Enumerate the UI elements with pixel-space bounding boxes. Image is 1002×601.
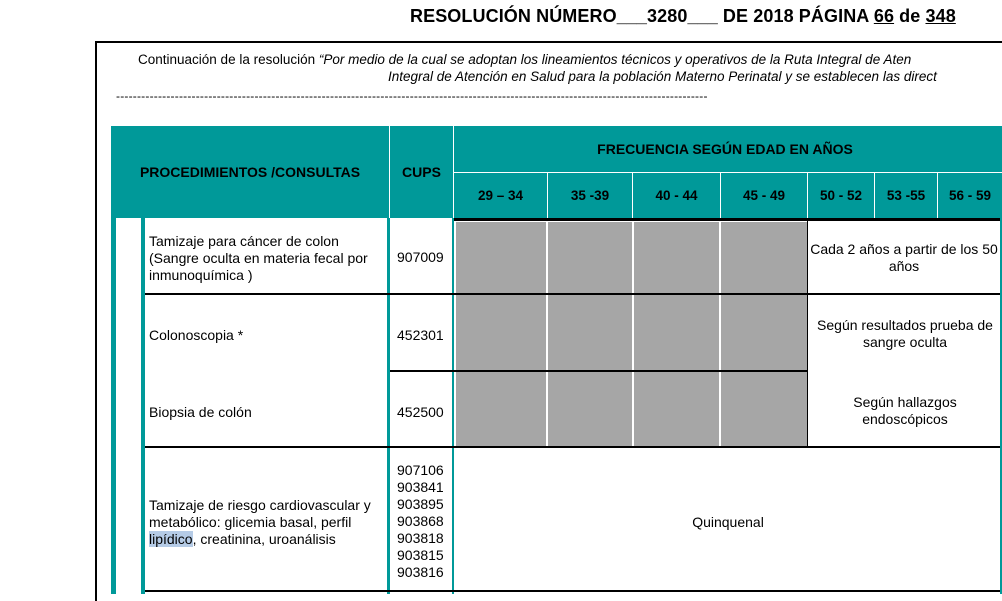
not-applicable-cell bbox=[634, 222, 719, 446]
col-header-cups: CUPS bbox=[402, 164, 441, 180]
age-group-header: 56 - 59 bbox=[948, 188, 992, 203]
selected-text[interactable]: lipídico bbox=[149, 531, 193, 547]
age-group-header: 50 - 52 bbox=[819, 188, 863, 203]
header-divider bbox=[389, 126, 390, 218]
row-rule bbox=[145, 446, 1002, 448]
row-rule bbox=[145, 293, 1002, 295]
cups-code: 903868 bbox=[397, 513, 444, 529]
col-header-frequency-label: FRECUENCIA SEGÚN EDAD EN AÑOS bbox=[597, 141, 853, 157]
row-rule bbox=[454, 218, 1002, 221]
procedure-cell: Tamizaje para cáncer de colon (Sangre oc… bbox=[149, 233, 368, 283]
procedure-cell: Colonoscopia * bbox=[149, 327, 244, 343]
frequency-cell: Según hallazgos endoscópicos bbox=[853, 394, 957, 427]
col-header-procedures: PROCEDIMIENTOS /CONSULTAS bbox=[139, 164, 361, 180]
cups-code: 452500 bbox=[397, 404, 444, 420]
continuation-line-2: Integral de Atención en Salud para la po… bbox=[388, 69, 937, 84]
header-prefix: RESOLUCIÓN NÚMERO___ bbox=[410, 6, 648, 26]
continuation-line-1: Continuación de la resolución “Por medio… bbox=[138, 51, 911, 68]
row-rule bbox=[390, 370, 808, 372]
not-applicable-cell bbox=[721, 222, 807, 446]
resolution-header: RESOLUCIÓN NÚMERO___3280___ DE 2018 PÁGI… bbox=[410, 6, 956, 27]
age-group-header: 53 -55 bbox=[886, 188, 926, 203]
age-group-header: 40 - 44 bbox=[655, 188, 698, 203]
age-group-header: 45 - 49 bbox=[742, 188, 786, 203]
age-group-header: 35 -39 bbox=[570, 188, 610, 203]
cups-code: 903841 bbox=[397, 479, 444, 495]
frame-left-border bbox=[95, 41, 97, 601]
header-number: 3280 bbox=[647, 6, 688, 26]
cups-code: 903818 bbox=[397, 530, 444, 546]
header-page: 66 bbox=[873, 6, 895, 26]
continuation-prefix: Continuación de la resolución bbox=[138, 52, 319, 67]
header-mid: ___ DE 2018 PÁGINA bbox=[687, 6, 874, 26]
not-applicable-cell bbox=[456, 222, 546, 446]
age-group-header: 29 – 34 bbox=[477, 188, 524, 203]
procedure-text: Tamizaje de riesgo cardiovascular y meta… bbox=[149, 497, 371, 530]
cups-code: 452301 bbox=[397, 327, 444, 343]
not-applicable-cell bbox=[548, 222, 632, 446]
procedure-text: , creatinina, uroanálisis bbox=[192, 531, 336, 547]
col-rule bbox=[807, 218, 808, 447]
col-header-frequency: FRECUENCIA SEGÚN EDAD EN AÑOS bbox=[454, 126, 1002, 172]
table-col-rule bbox=[452, 218, 454, 594]
procedure-cell: Biopsia de colón bbox=[149, 404, 252, 420]
continuation-quote: “Por medio de la cual se adoptan los lin… bbox=[318, 52, 912, 67]
cups-code: 903815 bbox=[397, 547, 444, 563]
dash-separator: ----------------------------------------… bbox=[116, 89, 708, 103]
table-col-rule bbox=[387, 218, 390, 594]
frame-top-border bbox=[95, 41, 1002, 43]
frequency-cell: Según resultados prueba de sangre oculta bbox=[817, 317, 993, 350]
cups-code: 907106 bbox=[397, 462, 444, 478]
cups-code: 903816 bbox=[397, 564, 444, 580]
row-rule bbox=[145, 590, 1002, 592]
procedure-cell: Tamizaje de riesgo cardiovascular y meta… bbox=[149, 497, 385, 548]
frequency-cell: Cada 2 años a partir de los 50 años bbox=[810, 241, 998, 274]
header-total: 348 bbox=[925, 6, 956, 26]
header-of: de bbox=[894, 6, 926, 26]
cups-code: 903895 bbox=[397, 496, 444, 512]
cups-code-list: 907106 903841 903895 903868 903818 90381… bbox=[397, 462, 452, 581]
table-side-rule bbox=[141, 218, 145, 594]
cups-code: 907009 bbox=[397, 249, 444, 265]
frequency-cell: Quinquenal bbox=[692, 513, 764, 530]
table-side-inner bbox=[116, 218, 141, 594]
